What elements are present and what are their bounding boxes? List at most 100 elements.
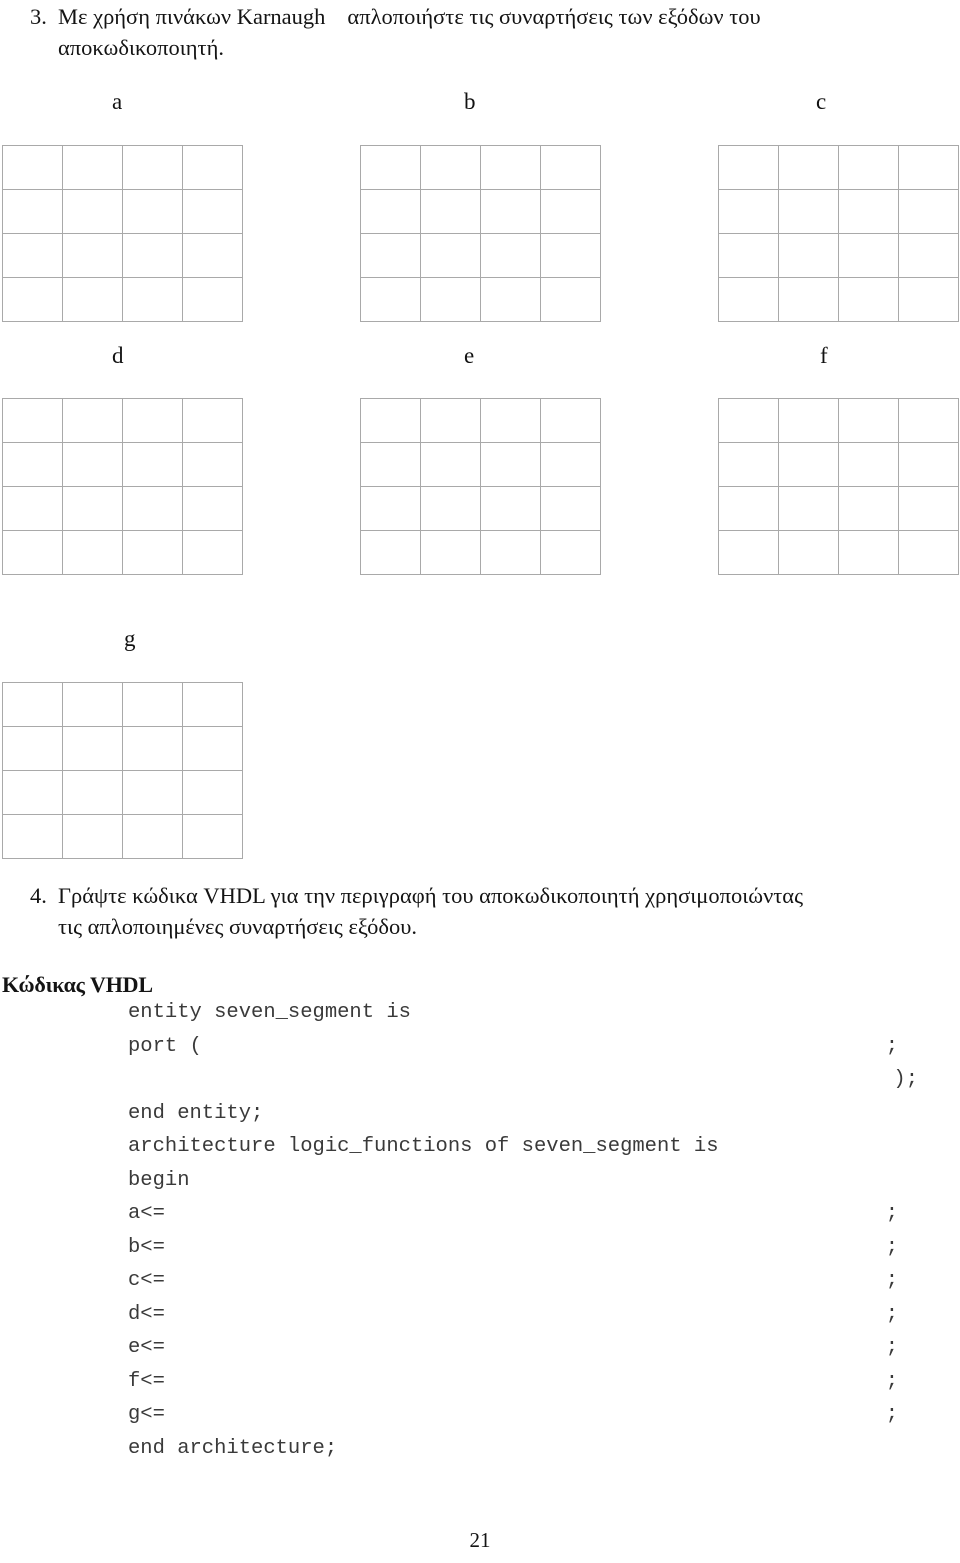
kmap-cell[interactable] [421, 487, 481, 531]
kmap-cell[interactable] [123, 487, 183, 531]
kmap-cell[interactable] [3, 531, 63, 575]
kmap-cell[interactable] [3, 815, 63, 859]
kmap-cell[interactable] [541, 531, 601, 575]
kmap-grid-g[interactable] [2, 682, 243, 859]
kmap-cell[interactable] [481, 531, 541, 575]
kmap-cell[interactable] [123, 399, 183, 443]
kmap-cell[interactable] [719, 399, 779, 443]
kmap-cell[interactable] [123, 278, 183, 322]
kmap-cell[interactable] [421, 443, 481, 487]
kmap-cell[interactable] [63, 190, 123, 234]
kmap-cell[interactable] [361, 487, 421, 531]
kmap-cell[interactable] [421, 146, 481, 190]
kmap-cell[interactable] [63, 487, 123, 531]
kmap-cell[interactable] [899, 399, 959, 443]
kmap-cell[interactable] [541, 190, 601, 234]
kmap-cell[interactable] [719, 443, 779, 487]
kmap-cell[interactable] [3, 190, 63, 234]
kmap-cell[interactable] [421, 190, 481, 234]
kmap-grid-b[interactable] [360, 145, 601, 322]
kmap-cell[interactable] [123, 146, 183, 190]
kmap-cell[interactable] [899, 443, 959, 487]
kmap-cell[interactable] [3, 399, 63, 443]
kmap-cell[interactable] [183, 771, 243, 815]
kmap-grid-f[interactable] [718, 398, 959, 575]
kmap-cell[interactable] [421, 399, 481, 443]
kmap-cell[interactable] [361, 443, 421, 487]
kmap-cell[interactable] [183, 278, 243, 322]
kmap-grid-a[interactable] [2, 145, 243, 322]
kmap-cell[interactable] [541, 146, 601, 190]
kmap-cell[interactable] [183, 146, 243, 190]
kmap-cell[interactable] [361, 278, 421, 322]
kmap-cell[interactable] [899, 234, 959, 278]
kmap-cell[interactable] [839, 443, 899, 487]
kmap-cell[interactable] [123, 771, 183, 815]
kmap-cell[interactable] [3, 683, 63, 727]
kmap-cell[interactable] [719, 487, 779, 531]
kmap-cell[interactable] [779, 146, 839, 190]
kmap-cell[interactable] [779, 278, 839, 322]
kmap-cell[interactable] [63, 234, 123, 278]
kmap-cell[interactable] [361, 531, 421, 575]
kmap-cell[interactable] [899, 487, 959, 531]
kmap-cell[interactable] [541, 234, 601, 278]
kmap-cell[interactable] [63, 815, 123, 859]
kmap-cell[interactable] [719, 234, 779, 278]
kmap-cell[interactable] [3, 727, 63, 771]
kmap-cell[interactable] [839, 234, 899, 278]
kmap-cell[interactable] [779, 234, 839, 278]
kmap-cell[interactable] [899, 278, 959, 322]
kmap-cell[interactable] [63, 146, 123, 190]
kmap-cell[interactable] [421, 531, 481, 575]
kmap-cell[interactable] [3, 278, 63, 322]
kmap-cell[interactable] [481, 399, 541, 443]
kmap-cell[interactable] [123, 683, 183, 727]
kmap-cell[interactable] [3, 146, 63, 190]
kmap-cell[interactable] [719, 278, 779, 322]
kmap-cell[interactable] [183, 190, 243, 234]
kmap-cell[interactable] [361, 146, 421, 190]
kmap-cell[interactable] [183, 683, 243, 727]
kmap-cell[interactable] [839, 399, 899, 443]
kmap-cell[interactable] [123, 443, 183, 487]
kmap-cell[interactable] [63, 443, 123, 487]
kmap-cell[interactable] [3, 234, 63, 278]
kmap-cell[interactable] [779, 190, 839, 234]
kmap-cell[interactable] [183, 234, 243, 278]
kmap-cell[interactable] [63, 278, 123, 322]
kmap-cell[interactable] [839, 487, 899, 531]
kmap-cell[interactable] [63, 771, 123, 815]
kmap-cell[interactable] [183, 487, 243, 531]
kmap-cell[interactable] [481, 487, 541, 531]
kmap-cell[interactable] [183, 443, 243, 487]
kmap-cell[interactable] [183, 815, 243, 859]
kmap-cell[interactable] [779, 487, 839, 531]
kmap-grid-e[interactable] [360, 398, 601, 575]
kmap-cell[interactable] [541, 399, 601, 443]
kmap-cell[interactable] [779, 399, 839, 443]
kmap-cell[interactable] [63, 683, 123, 727]
kmap-cell[interactable] [839, 190, 899, 234]
kmap-cell[interactable] [3, 443, 63, 487]
kmap-cell[interactable] [183, 399, 243, 443]
kmap-cell[interactable] [839, 278, 899, 322]
kmap-cell[interactable] [481, 278, 541, 322]
kmap-cell[interactable] [719, 146, 779, 190]
kmap-cell[interactable] [123, 234, 183, 278]
kmap-cell[interactable] [123, 531, 183, 575]
kmap-cell[interactable] [123, 727, 183, 771]
kmap-cell[interactable] [183, 727, 243, 771]
kmap-grid-c[interactable] [718, 145, 959, 322]
vhdl-code-block[interactable]: entity seven_segment is port (;); end enti… [128, 996, 928, 1465]
kmap-cell[interactable] [481, 443, 541, 487]
kmap-cell[interactable] [123, 190, 183, 234]
kmap-cell[interactable] [541, 278, 601, 322]
kmap-cell[interactable] [123, 815, 183, 859]
kmap-cell[interactable] [481, 234, 541, 278]
kmap-cell[interactable] [421, 278, 481, 322]
kmap-cell[interactable] [899, 146, 959, 190]
kmap-cell[interactable] [421, 234, 481, 278]
kmap-cell[interactable] [541, 487, 601, 531]
kmap-cell[interactable] [899, 531, 959, 575]
